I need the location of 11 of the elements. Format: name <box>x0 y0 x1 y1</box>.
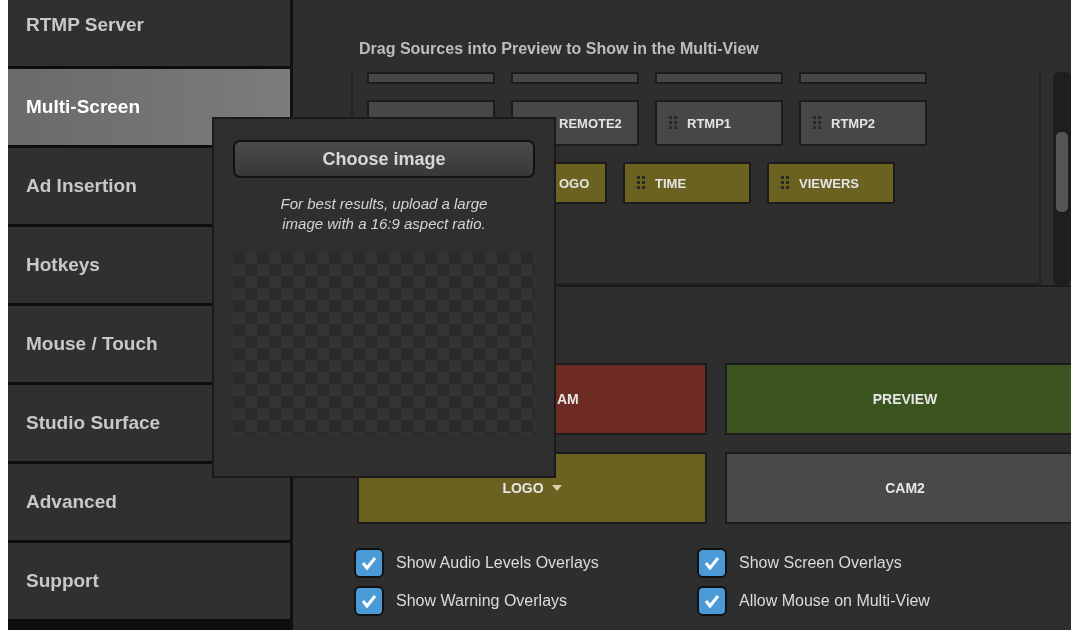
checkbox-label: Allow Mouse on Multi-View <box>739 592 930 610</box>
tile-label: TIME <box>655 175 687 191</box>
tile-label: RTMP2 <box>831 115 876 131</box>
tile-label: VIEWERS <box>799 175 859 191</box>
checkbox-label: Show Warning Overlays <box>396 592 568 610</box>
checkbox-label: Show Audio Levels Overlays <box>396 554 599 572</box>
tile-label: REMOTE2 <box>559 115 622 131</box>
tile-label: RTMP1 <box>687 115 732 131</box>
checkbox-label: Show Screen Overlays <box>739 554 902 572</box>
section-heading: Drag Sources into Preview to Show in the Multi-View <box>359 40 760 59</box>
tile-label: OGO <box>559 175 590 191</box>
